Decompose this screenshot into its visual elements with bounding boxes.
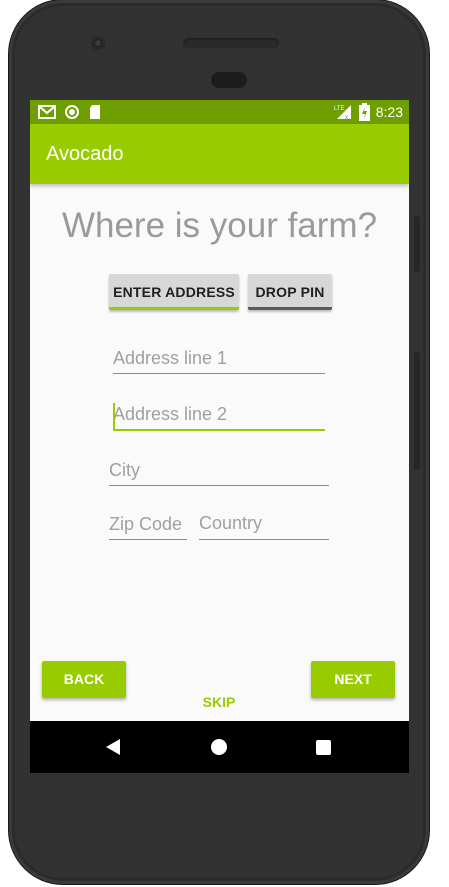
- drop-pin-button[interactable]: DROP PIN: [248, 274, 332, 310]
- address-line-2-input[interactable]: Address line 2: [113, 402, 325, 431]
- status-left-icons: [38, 103, 102, 121]
- proximity-sensor: [211, 72, 247, 88]
- volume-rocker[interactable]: [414, 352, 420, 470]
- power-button[interactable]: [414, 216, 420, 272]
- app-title: Avocado: [46, 143, 124, 165]
- sd-card-icon: [90, 105, 100, 119]
- city-input[interactable]: City: [109, 458, 329, 486]
- navigation-bar: [30, 721, 409, 773]
- status-bar: LTE x 8:23: [30, 100, 409, 124]
- record-icon: [65, 105, 79, 119]
- home-icon[interactable]: [211, 739, 227, 755]
- page-heading: Where is your farm?: [61, 206, 378, 245]
- earpiece-speaker: [183, 38, 279, 48]
- country-input[interactable]: Country: [199, 511, 329, 540]
- enter-address-button[interactable]: ENTER ADDRESS: [109, 274, 239, 310]
- skip-button[interactable]: SKIP: [192, 692, 246, 712]
- app-bar: Avocado: [30, 124, 409, 184]
- svg-text:x: x: [345, 115, 348, 121]
- text-cursor: [113, 403, 115, 429]
- front-camera: [91, 36, 105, 50]
- zip-code-input[interactable]: Zip Code: [109, 512, 187, 540]
- recents-icon[interactable]: [316, 740, 331, 755]
- signal-icon: LTE x: [334, 105, 351, 121]
- gmail-icon: [38, 105, 56, 119]
- svg-text:LTE: LTE: [334, 106, 345, 112]
- device-screen: LTE x 8:23 Avocado Where is your farm? E…: [30, 100, 409, 773]
- status-right-icons: LTE x 8:23: [333, 102, 403, 122]
- next-button[interactable]: NEXT: [311, 661, 395, 698]
- back-button[interactable]: BACK: [42, 661, 126, 698]
- address-line-1-input[interactable]: Address line 1: [113, 346, 325, 374]
- battery-charging-icon: [358, 103, 370, 121]
- back-icon[interactable]: [106, 739, 120, 755]
- status-time: 8:23: [375, 104, 403, 120]
